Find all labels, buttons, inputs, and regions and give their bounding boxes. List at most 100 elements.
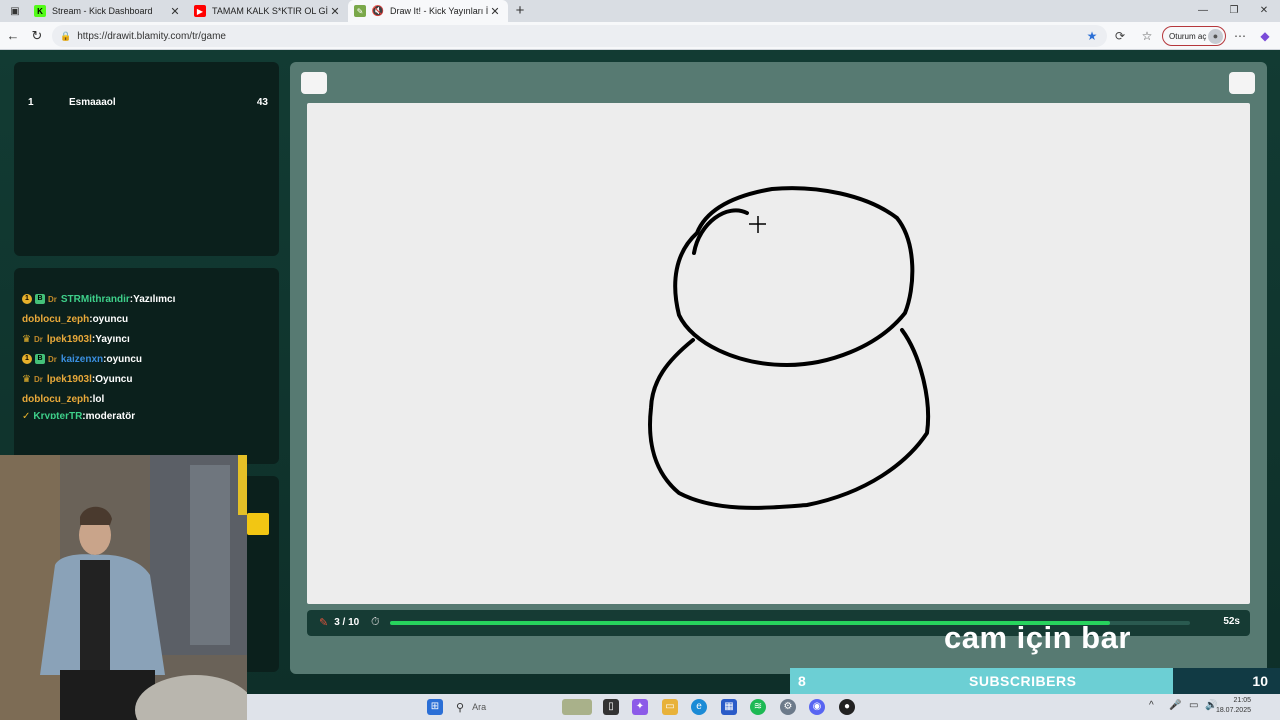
sign-in-label: Oturum aç: [1169, 31, 1207, 41]
discord-icon[interactable]: ◉: [809, 699, 825, 715]
lock-icon: 🔒: [60, 30, 72, 41]
chat-username: STRMithrandir: [60, 293, 130, 305]
yellow-action-button[interactable]: [247, 513, 269, 535]
maximize-button[interactable]: ❐: [1224, 3, 1244, 19]
score-points: 43: [256, 97, 268, 108]
spotify-icon[interactable]: ≋: [750, 699, 766, 715]
mod-badge-icon: B: [35, 294, 45, 304]
avatar: ●: [1208, 29, 1223, 44]
refresh-icon[interactable]: ↻: [29, 28, 45, 44]
taskbar-clock[interactable]: 21:05 18.07.2025: [1201, 694, 1251, 716]
scoreboard-panel: [14, 62, 279, 256]
tab-youtube[interactable]: ▶ TAMAM KALK S*KTIR OL GİT | Ge ✕: [188, 0, 348, 22]
chat-message: ✓ KrypterTR: moderatör: [22, 411, 135, 419]
url-text: https://drawit.blamity.com/tr/game: [77, 30, 226, 42]
sub-badge-icon: 1: [22, 294, 32, 304]
drawing-strokes: [648, 186, 931, 510]
webcam-image: [0, 455, 247, 720]
task-view-icon[interactable]: ▯: [603, 699, 619, 715]
pencil-icon: ✎: [319, 617, 329, 629]
taskbar-search[interactable]: ⚲ Ara: [456, 698, 576, 716]
dr-badge-icon: Dr: [33, 374, 43, 384]
chat-username: kaizenxn: [60, 353, 104, 365]
round-counter: ✎ 3 / 10: [319, 616, 359, 629]
browser-tab-bar: ▣ K Stream - Kick Dashboard ✕ ▶ TAMAM KA…: [0, 0, 1280, 22]
tray-expand-icon[interactable]: ^: [1149, 700, 1154, 711]
obs-icon[interactable]: ●: [839, 699, 855, 715]
chat-text: Yayıncı: [95, 333, 130, 345]
subscriber-goal: 10: [1252, 673, 1268, 689]
cam-overlay-text: cam için bar: [944, 620, 1131, 655]
sign-in-button[interactable]: Oturum aç ●: [1162, 26, 1226, 46]
dr-badge-icon: Dr: [48, 294, 57, 304]
address-bar[interactable]: 🔒 https://drawit.blamity.com/tr/game: [52, 25, 1107, 47]
windows-start-icon[interactable]: ⊞: [427, 699, 443, 715]
favorite-star-icon[interactable]: ★: [1084, 28, 1100, 44]
extensions-icon[interactable]: ⟳: [1112, 28, 1128, 44]
chat-text: Yazılımcı: [133, 293, 176, 305]
drawing-canvas[interactable]: [307, 103, 1250, 604]
chat-text: oyuncu: [92, 313, 129, 325]
tab-actions-icon[interactable]: ▣: [8, 4, 22, 18]
chat-message: doblocu_zeph: lol: [22, 393, 105, 405]
subscriber-label: SUBSCRIBERS: [969, 673, 1077, 689]
subscriber-goal-bar: 8 SUBSCRIBERS 10: [790, 668, 1280, 694]
chat-text: oyuncu: [106, 353, 143, 365]
chat-text: Oyuncu: [95, 373, 133, 385]
drawit-icon: ✎: [354, 5, 366, 17]
copilot-icon[interactable]: ◆: [1257, 28, 1273, 44]
kick-icon: K: [34, 5, 46, 17]
youtube-icon: ▶: [194, 5, 206, 17]
settings-gear-icon[interactable]: ⚙: [780, 699, 796, 715]
chat-message: 1 B Dr kaizenxn: oyuncu: [22, 352, 142, 366]
dr-badge-icon: Dr: [33, 334, 43, 344]
edge-browser-icon[interactable]: e: [691, 699, 707, 715]
chat-message: ♛ Dr lpek1903l: Yayıncı: [22, 333, 130, 345]
seconds-left: 52s: [1223, 616, 1240, 627]
chat-panel: 1 B Dr STRMithrandir: Yazılımcı doblocu_z…: [14, 268, 279, 464]
clock-time: 21:05: [1233, 697, 1251, 704]
chat-message: 1 B Dr STRMithrandir: Yazılımcı: [22, 292, 175, 306]
close-tab-icon[interactable]: ✕: [488, 5, 502, 18]
new-tab-button[interactable]: +: [511, 2, 529, 20]
back-arrow-icon[interactable]: ←: [5, 28, 21, 44]
board-left-button[interactable]: [301, 72, 327, 94]
chat-username: KrypterTR: [33, 411, 83, 419]
tab-title: Stream - Kick Dashboard: [52, 6, 153, 16]
board-right-button[interactable]: [1229, 72, 1255, 94]
round-text: 3 / 10: [334, 617, 360, 628]
search-icon: ⚲: [456, 701, 465, 714]
crown-icon: ✓: [22, 411, 31, 419]
copilot-icon[interactable]: ✦: [632, 699, 648, 715]
minimize-button[interactable]: —: [1193, 3, 1213, 19]
tab-title: Draw It! - Kick Yayınları İçin (: [390, 6, 488, 16]
tab-kick-dashboard[interactable]: K Stream - Kick Dashboard ✕: [28, 0, 188, 22]
scoreboard-row: 1 Esmaaaol 43: [28, 97, 280, 111]
tab-drawit[interactable]: ✎ 🔇 Draw It! - Kick Yayınları İçin ( ✕: [348, 0, 508, 22]
webcam-feed: [0, 455, 247, 720]
chat-username: lpek1903l: [46, 333, 92, 345]
chat-text: moderatör: [85, 411, 136, 419]
favorites-icon[interactable]: ☆: [1139, 28, 1155, 44]
chat-username: doblocu_zeph: [22, 313, 90, 325]
close-tab-icon[interactable]: ✕: [168, 5, 182, 18]
browser-toolbar: ← ↻ 🔒 https://drawit.blamity.com/tr/game…: [0, 22, 1280, 50]
dr-badge-icon: Dr: [48, 354, 57, 364]
close-window-button[interactable]: ✕: [1254, 3, 1274, 19]
stroke-lower-circle: [648, 328, 931, 510]
stroke-small: [692, 208, 749, 255]
store-icon[interactable]: ▦: [721, 699, 737, 715]
more-menu-icon[interactable]: ⋯: [1232, 28, 1248, 44]
search-placeholder: Ara: [472, 702, 487, 712]
timer-icon: ⏱: [371, 616, 380, 628]
crosshair-cursor-icon: [749, 216, 766, 233]
crown-icon: ♛: [22, 373, 31, 385]
muted-speaker-icon[interactable]: 🔇: [372, 5, 384, 17]
file-explorer-icon[interactable]: ▭: [662, 699, 678, 715]
network-icon[interactable]: ▭: [1189, 700, 1198, 711]
close-tab-icon[interactable]: ✕: [328, 5, 342, 18]
chat-message: doblocu_zeph: oyuncu: [22, 313, 129, 325]
sub-badge-icon: 1: [22, 354, 32, 364]
widgets-icon[interactable]: [562, 699, 592, 715]
microphone-icon[interactable]: 🎤: [1169, 700, 1181, 711]
